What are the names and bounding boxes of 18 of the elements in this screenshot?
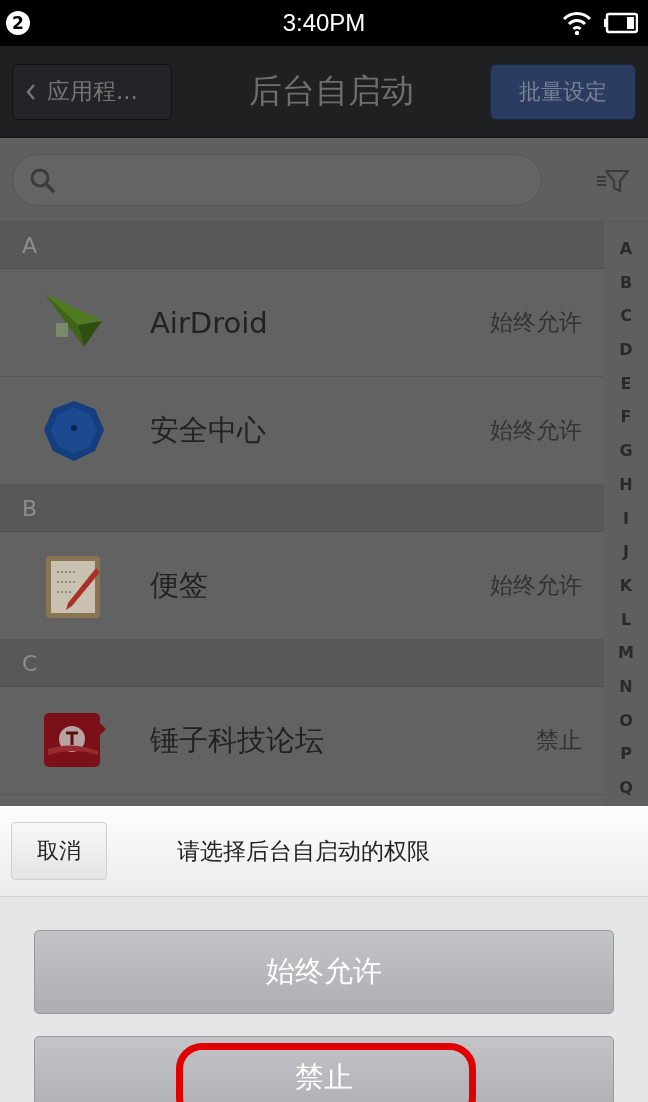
option-button[interactable]: 禁止 <box>34 1036 614 1102</box>
screen-title: 后台自启动 <box>247 70 415 112</box>
status-time: 3:40PM <box>281 9 367 37</box>
app-name: 便签 <box>150 566 208 604</box>
batch-set-button[interactable]: 批量设定 <box>490 63 636 120</box>
sheet-prompt: 请选择后台自启动的权限 <box>177 836 430 866</box>
cancel-button[interactable]: 取消 <box>11 822 107 880</box>
app-name: 锤子科技论坛 <box>150 721 324 759</box>
search-icon <box>29 166 55 193</box>
app-icon <box>42 398 106 463</box>
back-button[interactable]: 应用程... <box>12 63 172 120</box>
app-name: 安全中心 <box>150 411 266 449</box>
app-name: AirDroid <box>150 305 268 340</box>
notification-badge: 2 <box>6 11 30 35</box>
chevron-left-icon <box>25 82 37 101</box>
battery-icon <box>604 12 638 34</box>
wifi-icon <box>562 10 592 36</box>
option-button[interactable]: 始终允许 <box>34 930 614 1014</box>
